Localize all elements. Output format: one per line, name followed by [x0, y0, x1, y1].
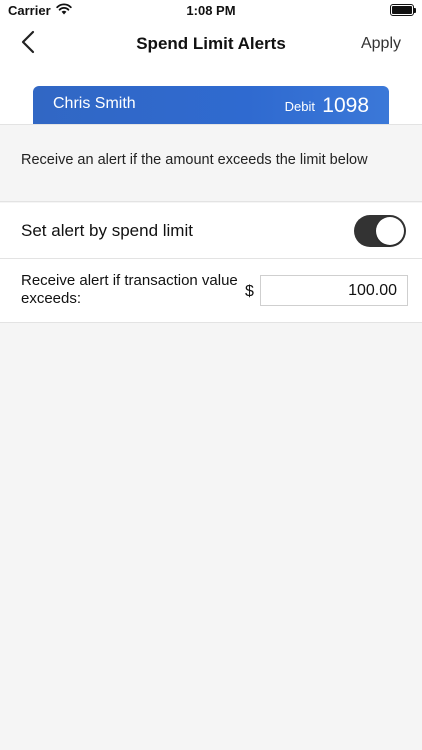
currency-symbol: $: [245, 283, 254, 300]
spend-limit-toggle-row: Set alert by spend limit: [0, 203, 422, 259]
amount-input[interactable]: [260, 275, 408, 306]
spend-limit-alerts-screen: Carrier 1:08 PM Spend Limit Alerts Apply: [0, 0, 422, 750]
toggle-knob: [376, 217, 404, 245]
navigation-bar: Spend Limit Alerts Apply: [0, 22, 422, 66]
card-type-label: Debit: [284, 99, 315, 114]
page-title: Spend Limit Alerts: [136, 34, 286, 53]
amount-row: Receive alert if transaction value excee…: [0, 259, 422, 323]
battery-icon: [390, 4, 416, 16]
card-header-area: Chris Smith Debit 1098: [0, 66, 422, 124]
card-last-four: 1098: [322, 94, 369, 117]
status-time: 1:08 PM: [186, 3, 236, 18]
alert-description: Receive an alert if the amount exceeds t…: [0, 124, 422, 202]
spend-limit-toggle[interactable]: [354, 215, 406, 247]
card-holder-name: Chris Smith: [53, 95, 136, 112]
toggle-label: Set alert by spend limit: [21, 221, 193, 240]
status-bar: Carrier 1:08 PM: [0, 0, 422, 22]
amount-label: Receive alert if transaction value excee…: [21, 272, 238, 307]
account-card: Chris Smith Debit 1098: [33, 86, 389, 124]
apply-button[interactable]: Apply: [361, 35, 401, 53]
